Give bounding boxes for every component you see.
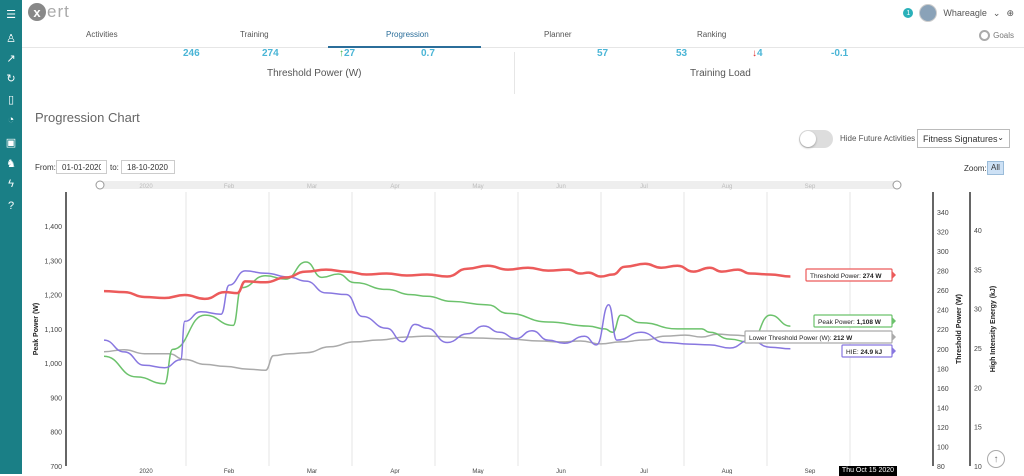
series-line-hie [103,270,791,369]
navigator-bar [100,181,897,189]
y-right1-tick-label: 200 [937,347,949,354]
y-right1-tick-label: 120 [937,425,949,432]
y-left-axis-title: Peak Power (W) [33,303,40,356]
x-tick-label: May [472,469,483,474]
x-tick-label: Jul [640,469,648,474]
navigator-handle-left [95,180,105,190]
y-right2-tick-label: 15 [974,425,982,432]
series-line-threshold-power [103,262,791,301]
series-line-peak-power [103,261,791,385]
series-label-pointer-peak-power [892,317,896,325]
navigator-label: Sep [805,184,816,190]
series-line-lower-threshold-power-w [103,333,791,372]
navigator-label: Feb [224,184,235,190]
y-right1-axis-title: Threshold Power (W) [956,294,963,364]
navigator-label: Aug [722,184,733,190]
y-left-tick-label: 700 [50,464,62,471]
series-label-pointer-lower-threshold-power-w [892,333,896,341]
y-right1-tick-label: 300 [937,249,949,256]
y-left-tick-label: 1,100 [44,327,62,334]
series-label-peak-power: Peak Power: 1,108 W [818,319,882,326]
x-tick-label: Jun [556,469,566,474]
series-label-lower-threshold-power-w: Lower Threshold Power (W): 212 W [749,335,853,342]
y-right1-tick-label: 240 [937,308,949,315]
x-tick-label: Feb [224,469,235,474]
progression-chart: 2020 Feb Mar Apr May Jun Jul Aug Sep 1,400 1,300 1,… [33,180,997,474]
y-right1-tick-label: 340 [937,210,949,217]
y-right2-tick-label: 10 [974,464,982,471]
x-tick-label: Aug [722,469,733,474]
y-left-tick-label: 900 [50,395,62,402]
navigator-label: Jul [640,184,648,190]
x-tick-label: 2020 [139,469,153,474]
tooltip-date: Thu Oct 15 2020 [839,466,897,476]
navigator-label: Apr [390,184,399,190]
navigator-handle-right [892,180,902,190]
y-right2-axis-title: High Intensity Energy (kJ) [990,286,997,372]
x-tick-label: Mar [307,469,317,474]
y-right1-tick-label: 180 [937,366,949,373]
y-right1-tick-label: 260 [937,288,949,295]
y-left-tick-label: 1,200 [44,293,62,300]
x-tick-label: Sep [805,469,816,474]
series-label-hie: HIE: 24.9 kJ [846,349,883,356]
y-right2-tick-label: 40 [974,228,982,235]
navigator-label: Jun [556,184,566,190]
y-right2-tick-label: 25 [974,346,982,353]
scroll-top-button[interactable]: ↑ [987,450,1005,468]
y-right2-tick-label: 35 [974,267,982,274]
series-label-pointer-hie [892,347,896,355]
y-right2-tick-label: 30 [974,307,982,314]
y-left-tick-label: 1,000 [44,361,62,368]
navigator-label: May [472,184,483,190]
y-left-tick-label: 1,300 [44,258,62,265]
navigator-label: 2020 [139,184,153,190]
y-right1-tick-label: 320 [937,230,949,237]
x-tick-label: Apr [390,469,399,474]
y-left-tick-label: 800 [50,430,62,437]
y-right1-tick-label: 160 [937,386,949,393]
y-right2-tick-label: 20 [974,385,982,392]
y-right1-tick-label: 100 [937,444,949,451]
y-right1-tick-label: 280 [937,269,949,276]
series-label-pointer-threshold-power [892,271,896,279]
series-label-threshold-power: Threshold Power: 274 W [810,273,882,280]
y-right1-tick-label: 220 [937,327,949,334]
y-left-tick-label: 1,400 [44,224,62,231]
navigator-label: Mar [307,184,317,190]
y-right1-tick-label: 140 [937,405,949,412]
y-right1-tick-label: 80 [937,464,945,471]
